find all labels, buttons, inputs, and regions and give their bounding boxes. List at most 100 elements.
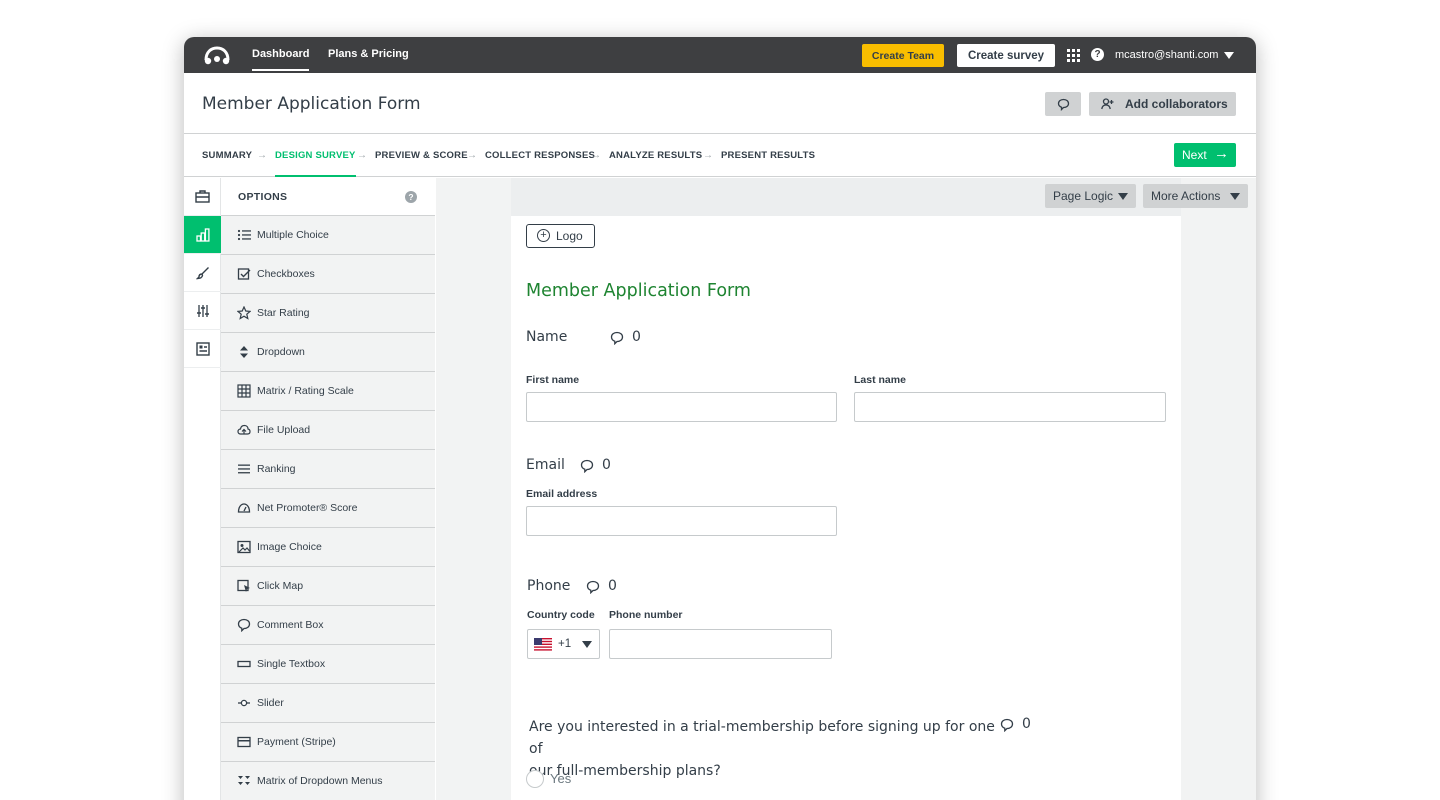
question-type-checkboxes[interactable]: Checkboxes [221,255,435,294]
comment-count: 0 [602,457,611,473]
cloud-upload-icon [237,424,251,435]
help-icon[interactable]: ? [405,191,417,203]
question-type-comment-box[interactable]: Comment Box [221,606,435,645]
question-type-matrix-dropdown-menus[interactable]: Matrix of Dropdown Menus [221,762,435,800]
country-code-value: +1 [558,638,572,650]
question-type-label: Matrix / Rating Scale [257,385,354,397]
question-phone-comments[interactable]: 0 [586,578,626,596]
comment-icon [1057,98,1069,111]
first-name-field[interactable] [526,392,837,422]
question-type-label: Net Promoter® Score [257,502,358,514]
question-email-label[interactable]: Email [526,457,565,473]
apps-grid-icon[interactable] [1067,49,1080,62]
radio-yes[interactable] [526,770,544,788]
create-survey-button[interactable]: Create survey [957,44,1055,67]
step-preview-score[interactable]: PREVIEW & SCORE [375,135,468,177]
chevron-down-icon [582,641,592,648]
question-type-label: Comment Box [257,619,324,631]
question-type-multiple-choice[interactable]: Multiple Choice [221,216,435,255]
question-type-net-promoter-score[interactable]: Net Promoter® Score [221,489,435,528]
question-type-label: File Upload [257,424,311,436]
step-collect-responses[interactable]: COLLECT RESPONSES [485,135,595,177]
chevron-down-icon [1230,193,1240,200]
surveymonkey-logo-icon[interactable] [204,44,230,66]
question-type-image-choice[interactable]: Image Choice [221,528,435,567]
question-type-star-rating[interactable]: Star Rating [221,294,435,333]
survey-page: + Logo Member Application Form Name 0 Fi… [511,216,1181,800]
email-field[interactable] [526,506,837,536]
step-analyze-results[interactable]: ANALYZE RESULTS [609,135,702,177]
click-map-icon [237,579,250,592]
next-button[interactable]: Next → [1174,143,1236,167]
page-logic-label: Page Logic [1053,189,1114,203]
survey-title[interactable]: Member Application Form [526,281,751,301]
question-type-label: Matrix of Dropdown Menus [257,775,383,787]
comments-button[interactable] [1045,92,1081,116]
user-email[interactable]: mcastro@shanti.com [1115,37,1218,73]
create-team-button[interactable]: Create Team [862,44,944,67]
add-collaborators-button[interactable]: Add collaborators [1089,92,1236,116]
country-code-select[interactable]: +1 [527,629,600,659]
question-email-comments[interactable]: 0 [580,457,620,475]
radio-yes-label[interactable]: Yes [550,771,571,786]
add-collaborators-label: Add collaborators [1125,97,1228,111]
add-logo-button[interactable]: + Logo [526,224,595,248]
rail-item-style[interactable] [184,254,221,292]
add-user-icon [1101,98,1114,110]
matrix-dropdown-icon [238,776,250,785]
rail-item-options[interactable] [184,330,221,368]
builder-icon-rail [184,178,221,800]
step-arrow-icon: → [357,150,367,161]
star-icon [237,306,251,320]
question-type-file-upload[interactable]: File Upload [221,411,435,450]
rail-item-logic[interactable] [184,292,221,330]
last-name-field[interactable] [854,392,1166,422]
question-type-slider[interactable]: Slider [221,684,435,723]
gauge-icon [237,503,251,513]
help-icon[interactable]: ? [1091,48,1104,61]
question-type-payment-stripe[interactable]: Payment (Stripe) [221,723,435,762]
comment-icon [610,331,624,345]
question-type-label: Click Map [257,580,304,592]
question-trial-line: Are you interested in a trial-membership… [529,719,995,757]
comment-count: 0 [1022,716,1031,732]
question-type-click-map[interactable]: Click Map [221,567,435,606]
nav-dashboard[interactable]: Dashboard [252,37,310,73]
question-name-label[interactable]: Name [526,329,567,345]
phone-number-label: Phone number [609,609,683,621]
step-present-results[interactable]: PRESENT RESULTS [721,135,815,177]
question-name-comments[interactable]: 0 [610,329,650,347]
chevron-down-icon[interactable] [1224,52,1234,59]
phone-number-field[interactable] [609,629,832,659]
nav-plans-pricing[interactable]: Plans & Pricing [328,37,409,73]
question-type-single-textbox[interactable]: Single Textbox [221,645,435,684]
last-name-label: Last name [854,374,906,386]
briefcase-icon [195,190,210,203]
comment-icon [580,459,594,473]
page-title: Member Application Form [202,94,421,114]
arrow-right-icon: → [1214,145,1229,162]
survey-title-bar: Member Application Form Add collaborator… [184,73,1256,134]
sliders-icon [196,304,209,317]
question-type-matrix-rating-scale[interactable]: Matrix / Rating Scale [221,372,435,411]
question-type-ranking[interactable]: Ranking [221,450,435,489]
rail-item-templates[interactable] [184,178,221,216]
top-navigation-bar: Dashboard Plans & Pricing Create Team Cr… [184,37,1256,73]
image-icon [237,540,251,554]
comment-icon [237,618,251,632]
question-type-dropdown[interactable]: Dropdown [221,333,435,372]
question-types-panel: OPTIONS ? Multiple Choice Checkboxes Sta… [221,178,435,800]
question-type-label: Ranking [257,463,296,475]
more-actions-button[interactable]: More Actions [1143,184,1248,208]
step-summary[interactable]: SUMMARY [202,135,252,177]
options-header: OPTIONS ? [221,178,435,216]
question-phone-label[interactable]: Phone [527,578,570,594]
rail-item-builder[interactable] [184,216,221,254]
question-trial-comments[interactable]: 0 [1000,716,1040,734]
us-flag-icon [534,638,552,651]
step-design-survey[interactable]: DESIGN SURVEY [275,135,356,177]
question-trial-label[interactable]: Are you interested in a trial-membership… [529,716,999,782]
page-logic-button[interactable]: Page Logic [1045,184,1136,208]
comment-icon [586,580,600,594]
question-type-label: Multiple Choice [257,229,329,241]
